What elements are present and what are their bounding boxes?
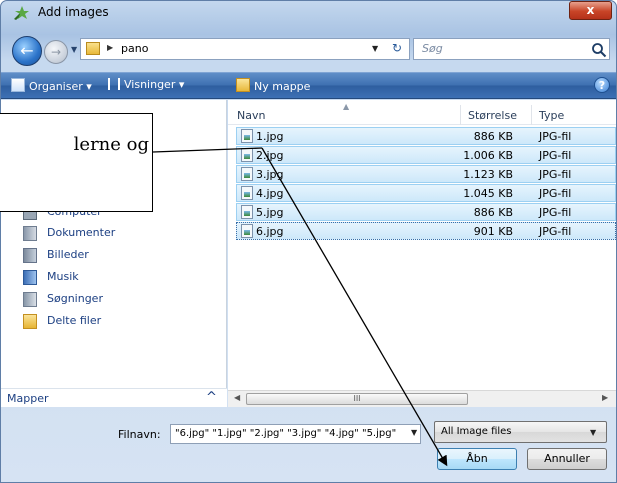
jpg-file-icon xyxy=(241,148,253,162)
jpg-file-icon xyxy=(241,167,253,181)
cancel-button[interactable]: Annuller xyxy=(527,448,607,470)
folders-label: Mapper xyxy=(7,392,49,405)
nav-item-pictures[interactable]: Billeder xyxy=(23,246,213,264)
views-icon xyxy=(108,78,120,90)
file-type: JPG-fil xyxy=(539,225,572,238)
file-size: 886 KB xyxy=(473,130,513,143)
documents-icon xyxy=(23,226,37,241)
window-title: Add images xyxy=(38,5,109,19)
address-dropdown-icon[interactable]: ▼ xyxy=(372,44,378,53)
jpg-file-icon xyxy=(241,224,253,238)
column-header-row: Navn ▲ Størrelse Type xyxy=(228,102,616,125)
file-list: Navn ▲ Størrelse Type 1.jpg 886 KB JPG-f… xyxy=(228,100,616,390)
nav-item-label: Søgninger xyxy=(47,292,103,305)
file-row[interactable]: 1.jpg 886 KB JPG-fil xyxy=(236,127,616,145)
nav-item-music[interactable]: Musik xyxy=(23,268,213,286)
file-name: 2.jpg xyxy=(256,149,284,162)
file-row[interactable]: 4.jpg 1.045 KB JPG-fil xyxy=(236,184,616,202)
file-name: 1.jpg xyxy=(256,130,284,143)
file-size: 1.123 KB xyxy=(463,168,513,181)
views-label: Visninger ▾ xyxy=(124,78,185,91)
new-folder-button[interactable]: Ny mappe xyxy=(236,78,310,93)
address-bar[interactable]: ▶ pano ▼ ↻ xyxy=(80,38,410,60)
filetype-select[interactable]: All Image files ▼ xyxy=(434,421,607,443)
filename-input[interactable]: "6.jpg" "1.jpg" "2.jpg" "3.jpg" "4.jpg" … xyxy=(170,424,421,444)
filename-value: "6.jpg" "1.jpg" "2.jpg" "3.jpg" "4.jpg" … xyxy=(175,428,397,439)
file-row[interactable]: 2.jpg 1.006 KB JPG-fil xyxy=(236,146,616,164)
organise-label: Organiser ▾ xyxy=(29,80,92,93)
file-type: JPG-fil xyxy=(539,130,572,143)
file-type: JPG-fil xyxy=(539,168,572,181)
back-button[interactable]: ← xyxy=(12,36,42,66)
help-icon[interactable]: ? xyxy=(594,77,610,93)
command-bar: Organiser ▾ Visninger ▾ Ny mappe ? xyxy=(1,72,616,99)
column-header-name[interactable]: Navn xyxy=(237,109,265,122)
jpg-file-icon xyxy=(241,129,253,143)
searches-icon xyxy=(23,292,37,307)
file-name: 3.jpg xyxy=(256,168,284,181)
breadcrumb-current-folder[interactable]: pano xyxy=(121,42,148,55)
organise-menu[interactable]: Organiser ▾ xyxy=(11,78,92,93)
file-size: 886 KB xyxy=(473,206,513,219)
search-icon[interactable] xyxy=(591,42,607,58)
jpg-file-icon xyxy=(241,205,253,219)
search-input[interactable]: Søg xyxy=(413,38,610,60)
scrollbar-thumb[interactable]: III xyxy=(246,393,468,405)
file-size: 1.006 KB xyxy=(463,149,513,162)
shared-folder-icon xyxy=(23,314,37,329)
file-name: 4.jpg xyxy=(256,187,284,200)
file-row-focused[interactable]: 6.jpg 901 KB JPG-fil xyxy=(236,222,616,240)
filetype-value: All Image files xyxy=(441,426,512,437)
scroll-right-icon[interactable]: ▶ xyxy=(602,393,608,402)
filename-label: Filnavn: xyxy=(118,428,161,441)
file-name: 6.jpg xyxy=(256,225,284,238)
annotation-callout: lerne og xyxy=(0,113,153,212)
views-menu[interactable]: Visninger ▾ xyxy=(108,78,184,91)
column-header-type[interactable]: Type xyxy=(539,109,564,122)
nav-item-documents[interactable]: Dokumenter xyxy=(23,224,213,242)
annotation-text: lerne og xyxy=(73,134,149,155)
nav-item-shared[interactable]: Delte filer xyxy=(23,312,213,330)
nav-item-label: Musik xyxy=(47,270,79,283)
new-folder-icon xyxy=(236,78,250,92)
folders-toggle[interactable]: Mapper ^ xyxy=(1,388,227,407)
file-name: 5.jpg xyxy=(256,206,284,219)
column-divider[interactable] xyxy=(460,105,461,125)
file-row[interactable]: 3.jpg 1.123 KB JPG-fil xyxy=(236,165,616,183)
column-header-size[interactable]: Størrelse xyxy=(468,109,517,122)
file-type: JPG-fil xyxy=(539,206,572,219)
organise-icon xyxy=(11,78,25,92)
close-button[interactable]: x xyxy=(569,1,612,20)
breadcrumb-separator-icon[interactable]: ▶ xyxy=(107,43,113,52)
scroll-left-icon[interactable]: ◀ xyxy=(234,393,240,402)
file-row[interactable]: 5.jpg 886 KB JPG-fil xyxy=(236,203,616,221)
column-divider[interactable] xyxy=(531,105,532,125)
file-type: JPG-fil xyxy=(539,187,572,200)
nav-item-label: Billeder xyxy=(47,248,89,261)
nav-item-label: Delte filer xyxy=(47,314,102,327)
file-type: JPG-fil xyxy=(539,149,572,162)
nav-item-searches[interactable]: Søgninger xyxy=(23,290,213,308)
horizontal-scrollbar[interactable]: ◀ III ▶ xyxy=(228,390,616,407)
open-button[interactable]: Åbn xyxy=(437,448,517,470)
history-dropdown-icon[interactable]: ▼ xyxy=(71,45,77,54)
chevron-down-icon: ▼ xyxy=(590,428,597,437)
pictures-icon xyxy=(23,248,37,263)
forward-button[interactable]: → xyxy=(44,40,68,64)
search-placeholder: Søg xyxy=(422,42,443,55)
filename-dropdown-icon[interactable]: ▼ xyxy=(411,428,417,437)
file-size: 901 KB xyxy=(473,225,513,238)
chevron-up-icon[interactable]: ^ xyxy=(206,390,217,405)
sort-ascending-icon: ▲ xyxy=(343,102,350,111)
refresh-icon[interactable]: ↻ xyxy=(387,41,407,57)
new-folder-label: Ny mappe xyxy=(254,80,311,93)
folder-icon xyxy=(86,42,100,55)
app-icon xyxy=(14,6,29,20)
file-size: 1.045 KB xyxy=(463,187,513,200)
nav-item-label: Dokumenter xyxy=(47,226,116,239)
music-icon xyxy=(23,270,37,285)
jpg-file-icon xyxy=(241,186,253,200)
